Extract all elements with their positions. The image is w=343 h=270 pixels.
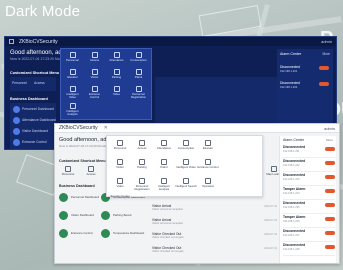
dark-shortcut-pane: Personnel Access [10,77,56,91]
visitor-dashboard-icon[interactable] [13,128,20,135]
menu-item-intelligent-video[interactable]: Intelligent Video [175,157,197,174]
menu-item-security-center[interactable]: Security Center [109,194,131,198]
attendance-dashboard-icon[interactable] [13,117,20,124]
alarm-more-link[interactable]: More [322,52,330,56]
alarm-row[interactable]: Disconnected 192.168.1.207 [283,229,335,242]
alarm-row[interactable]: Disconnected 192.168.1.201 [283,145,335,158]
light-alarm-center: Alarm Center More Disconnected 192.168.1.… [279,136,336,263]
dashboard-personnel[interactable]: Personnel Dashboard [59,192,99,203]
shortcut-access[interactable]: Access [80,164,102,181]
alarm-center-title: Alarm Center [280,52,302,56]
dashboard-entrance[interactable]: Entrance Control [59,228,93,239]
menu-item-visitor[interactable]: Visitor [109,157,131,174]
alarm-status-pill [325,231,335,235]
brand-logo: ZKBioCVSecurity [59,125,98,131]
alarm-status-pill [325,245,335,249]
alarm-row[interactable]: Disconnected 192.168.1.202 [283,159,335,172]
alarm-row[interactable]: Disconnected 192.168.1.208 [283,243,335,256]
menu-item-patrol[interactable]: Patrol [153,157,175,174]
alarm-status-pill [319,66,329,70]
alarm-item-sub: 192.168.1.202 [280,86,298,89]
alarm-status-pill [325,147,335,151]
menu-item-consumption[interactable]: Consumption [175,138,197,155]
menu-item-elevator[interactable]: Elevator [63,68,82,81]
close-tab-icon[interactable]: ✕ [104,125,108,131]
alarm-row[interactable]: Tamper Alarm 192.168.1.204 [283,187,335,200]
alarm-item-title[interactable]: Disconnected [280,81,300,85]
dashboard-label[interactable]: Visitor Dashboard [22,129,48,133]
brand-logo: ZKBioCVSecurity [19,38,58,45]
alarm-status-pill [325,217,335,221]
dark-dashboard-pane: Personnel Dashboard Attendance Dashboard… [10,103,56,149]
menu-item-search[interactable]: Intelligent Search [175,176,197,193]
alarm-center-title: Alarm Center [283,138,305,142]
light-app-menu: Personnel Access Attendance Consumption … [106,135,263,198]
dark-app-menu: Personnel Access Attendance Consumption … [60,48,152,120]
alarm-status-pill [325,175,335,179]
app-grid-icon[interactable] [9,39,14,44]
personnel-dashboard-icon[interactable] [13,106,20,113]
alarm-row[interactable]: Disconnected 192.168.1.205 [283,201,335,214]
dashboard-temperature[interactable]: Temperature Dashboard [101,228,144,239]
menu-item-attendance[interactable]: Attendance [107,51,126,64]
light-top-bar: ZKBioCVSecurity ✕ admin [55,124,339,133]
alarm-status-pill [319,82,329,86]
user-menu[interactable]: admin [324,126,335,131]
dashboard-label[interactable]: Attendance Dashboard [22,118,56,122]
menu-item-video[interactable]: Video [109,176,131,193]
shortcut-label[interactable]: Access [34,81,45,85]
customized-menu-title: Customized Shortcut Menu [10,71,60,75]
menu-item-patrol[interactable]: Patrol [129,68,148,81]
menu-item-attendance[interactable]: Attendance [153,138,175,155]
shortcut-personnel[interactable]: Personnel [57,164,79,181]
menu-item-analysis[interactable]: Intelligent Analysis [63,102,82,116]
menu-item-parking[interactable]: Parking [131,157,153,174]
menu-item-intelligent-video[interactable]: Intelligent Video [63,85,82,99]
dashboard-visitor[interactable]: Visitor Dashboard [59,210,94,221]
dark-top-bar: ZKBioCVSecurity admin [5,37,336,46]
alarm-status-pill [325,189,335,193]
menu-item-entrance-control[interactable]: Entrance Control [85,85,104,99]
customized-menu-title: Customized Shortcut Menu [59,159,106,163]
menu-item-registration[interactable]: Personnel Registration [131,176,153,193]
alarm-item-sub: 192.168.1.201 [280,70,298,73]
light-mode-window: ZKBioCVSecurity ✕ admin Good afternoon, … [54,123,340,264]
alarm-row[interactable]: Disconnected 192.168.1.203 [283,173,335,186]
feed-item[interactable]: Visitor Checked Out Visitor checked out a… [152,246,279,254]
alarm-status-pill [325,161,335,165]
menu-item-visitor[interactable]: Visitor [85,68,104,81]
business-dashboard-title: Business Dashboard [10,97,48,101]
feed-item[interactable]: Visitor Checked Out Visitor checked out a… [152,232,279,240]
menu-item-personnel[interactable]: Personnel [63,51,82,64]
entrance-control-icon[interactable] [13,139,20,146]
alarm-item-title[interactable]: Disconnected [280,65,300,69]
caption-dark-mode: Dark Mode [5,3,81,20]
menu-item-consumption[interactable]: Consumption [129,51,148,64]
menu-item-parking[interactable]: Parking [107,68,126,81]
date-time: Now is 2022-07-04 17:23:20 Monday [10,57,68,61]
menu-item-video[interactable]: Video [107,85,126,98]
user-menu[interactable]: admin [321,39,332,44]
menu-item-access[interactable]: Access [131,138,153,155]
menu-item-entrance-control[interactable]: Entrance Control [197,157,219,174]
dashboard-label[interactable]: Entrance Control [22,140,47,144]
menu-item-registration[interactable]: Personnel Registration [129,85,148,99]
menu-item-access[interactable]: Access [85,51,104,64]
feed-item[interactable]: Visitor Arrival Visitor arrived at recept… [152,204,279,212]
menu-item-elevator[interactable]: Elevator [197,138,219,155]
dashboard-parking[interactable]: Parking Board [101,210,131,221]
menu-item-personnel[interactable]: Personnel [109,138,131,155]
alarm-row[interactable]: Tamper Alarm 192.168.1.206 [283,215,335,228]
shortcut-label[interactable]: Personnel [12,81,27,85]
menu-item-analysis[interactable]: Intelligent Analysis [153,176,175,193]
business-dashboard-title: Business Dashboard [59,184,95,188]
menu-item-operation[interactable]: Operation [197,176,219,193]
date-time: Now is 2022-07-04 17:23:20 Monday [59,144,109,148]
alarm-more-link[interactable]: More [326,138,333,142]
dashboard-label[interactable]: Personnel Dashboard [22,107,54,111]
alarm-status-pill [325,203,335,207]
feed-item[interactable]: Visitor Arrival Visitor arrived at recept… [152,218,279,226]
